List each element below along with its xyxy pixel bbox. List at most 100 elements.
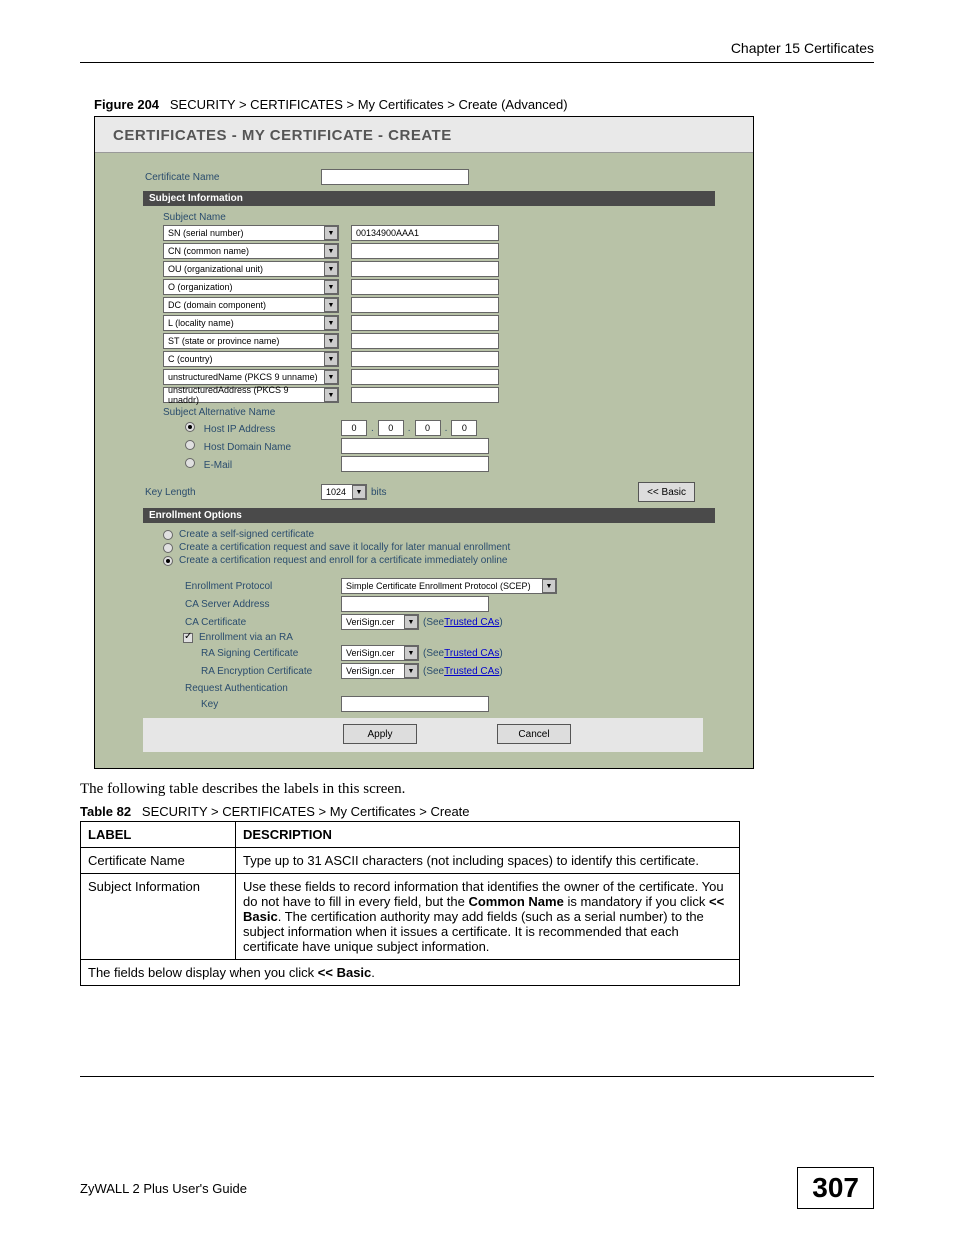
email-input[interactable]: [341, 456, 489, 472]
dd-text: CN (common name): [168, 246, 249, 256]
ra-encrypt-select[interactable]: VeriSign.cer▼: [341, 663, 419, 679]
keylen-label: Key Length: [143, 487, 321, 498]
span-suffix: .: [371, 965, 375, 980]
cell-label: Certificate Name: [81, 848, 236, 874]
subject-dd-dc[interactable]: DC (domain component)▼: [163, 297, 339, 313]
subject-dd-l[interactable]: L (locality name) ▼: [163, 315, 339, 331]
table-row: The fields below display when you click …: [81, 960, 740, 986]
radio-host-ip[interactable]: [185, 422, 195, 432]
ra-encrypt-label: RA Encryption Certificate: [199, 666, 341, 677]
subject-dd-cn[interactable]: CN (common name)▼: [163, 243, 339, 259]
subject-dd-unname[interactable]: unstructuredName (PKCS 9 unname) ▼: [163, 369, 339, 385]
key-label: Key: [199, 699, 341, 710]
dd-text: O (organization): [168, 282, 233, 292]
section-enrollment: Enrollment Options: [143, 508, 715, 523]
cert-name-label: Certificate Name: [143, 172, 321, 183]
subject-val-unname[interactable]: [351, 369, 499, 385]
page-title: CERTIFICATES - MY CERTIFICATE - CREATE: [95, 117, 753, 153]
ca-cert-select[interactable]: VeriSign.cer▼: [341, 614, 419, 630]
host-domain-input[interactable]: [341, 438, 489, 454]
dot: .: [371, 423, 374, 434]
ca-server-input[interactable]: [341, 596, 489, 612]
subject-name-label: Subject Name: [143, 212, 723, 223]
dd-text: unstructuredName (PKCS 9 unname): [168, 372, 318, 382]
page-number: 307: [797, 1167, 874, 1209]
ip-oct-4[interactable]: 0: [451, 420, 477, 436]
ip-oct-2[interactable]: 0: [378, 420, 404, 436]
subject-val-dc[interactable]: [351, 297, 499, 313]
divider: [80, 62, 874, 63]
keylen-select[interactable]: 1024 ▼: [321, 484, 367, 500]
subject-dd-c[interactable]: C (country) ▼: [163, 351, 339, 367]
chevron-down-icon: ▼: [324, 388, 338, 402]
see-text: (See: [423, 666, 444, 677]
subject-val-l[interactable]: [351, 315, 499, 331]
dd-text: unstructuredAddress (PKCS 9 unaddr): [168, 385, 322, 405]
dd-text: L (locality name): [168, 318, 234, 328]
chevron-down-icon: ▼: [324, 316, 338, 330]
subject-val-cn[interactable]: [351, 243, 499, 259]
dd-text: VeriSign.cer: [346, 648, 395, 658]
san-label: Subject Alternative Name: [143, 407, 723, 418]
subject-val-o[interactable]: [351, 279, 499, 295]
subject-dd-ou[interactable]: OU (organizational unit)▼: [163, 261, 339, 277]
table-row: Subject Information Use these fields to …: [81, 874, 740, 960]
ra-signing-label: RA Signing Certificate: [199, 648, 341, 659]
trusted-cas-link[interactable]: Trusted CAs: [444, 648, 499, 659]
subject-val-c[interactable]: [351, 351, 499, 367]
figure-caption-text: SECURITY > CERTIFICATES > My Certificate…: [170, 97, 568, 112]
subject-val-ou[interactable]: [351, 261, 499, 277]
figure-caption: Figure 204 SECURITY > CERTIFICATES > My …: [94, 97, 874, 112]
subject-dd-sn[interactable]: SN (serial number)▼: [163, 225, 339, 241]
description-table: LABEL DESCRIPTION Certificate Name Type …: [80, 821, 740, 986]
table-row: Certificate Name Type up to 31 ASCII cha…: [81, 848, 740, 874]
chevron-down-icon: ▼: [404, 646, 418, 660]
enroll-opt-csr-online: Create a certification request and enrol…: [179, 555, 508, 566]
radio-csr-online[interactable]: [163, 556, 173, 566]
apply-button[interactable]: Apply: [343, 724, 417, 744]
chevron-down-icon: ▼: [352, 485, 366, 499]
radio-csr-local[interactable]: [163, 543, 173, 553]
desc-text: . The certification authority may add fi…: [243, 909, 704, 954]
chevron-down-icon: ▼: [324, 352, 338, 366]
th-label: LABEL: [81, 822, 236, 848]
enroll-proto-select[interactable]: Simple Certificate Enrollment Protocol (…: [341, 578, 557, 594]
subject-dd-unaddr[interactable]: unstructuredAddress (PKCS 9 unaddr)▼: [163, 387, 339, 403]
chevron-down-icon: ▼: [324, 370, 338, 384]
cell-desc: Type up to 31 ASCII characters (not incl…: [236, 848, 740, 874]
post-text: The following table describes the labels…: [80, 781, 874, 798]
ip-oct-1[interactable]: 0: [341, 420, 367, 436]
th-desc: DESCRIPTION: [236, 822, 740, 848]
desc-bold: Common Name: [468, 894, 563, 909]
section-subject-info: Subject Information: [143, 191, 715, 206]
span-prefix: The fields below display when you click: [88, 965, 318, 980]
radio-host-domain[interactable]: [185, 440, 195, 450]
cert-name-input[interactable]: [321, 169, 469, 185]
dd-text: ST (state or province name): [168, 336, 279, 346]
key-input[interactable]: [341, 696, 489, 712]
subject-dd-st[interactable]: ST (state or province name)▼: [163, 333, 339, 349]
trusted-cas-link[interactable]: Trusted CAs: [444, 666, 499, 677]
dd-text: 1024: [326, 487, 346, 497]
san-hostip-label: Host IP Address: [204, 424, 276, 435]
chevron-down-icon: ▼: [404, 615, 418, 629]
radio-email[interactable]: [185, 458, 195, 468]
dot: .: [408, 423, 411, 434]
dd-text: VeriSign.cer: [346, 666, 395, 676]
table-caption-text: SECURITY > CERTIFICATES > My Certificate…: [142, 804, 470, 819]
enroll-proto-label: Enrollment Protocol: [183, 581, 341, 592]
cancel-button[interactable]: Cancel: [497, 724, 571, 744]
chk-enroll-via-ra[interactable]: [183, 633, 193, 643]
radio-selfsigned[interactable]: [163, 530, 173, 540]
subject-val-st[interactable]: [351, 333, 499, 349]
ra-signing-select[interactable]: VeriSign.cer ▼: [341, 645, 419, 661]
basic-button[interactable]: << Basic: [638, 482, 695, 502]
dd-text: C (country): [168, 354, 213, 364]
subject-val-unaddr[interactable]: [351, 387, 499, 403]
subject-val-sn[interactable]: 00134900AAA1: [351, 225, 499, 241]
san-email-label: E-Mail: [204, 460, 232, 471]
subject-dd-o[interactable]: O (organization)▼: [163, 279, 339, 295]
ip-oct-3[interactable]: 0: [415, 420, 441, 436]
dd-text: OU (organizational unit): [168, 264, 263, 274]
trusted-cas-link[interactable]: Trusted CAs: [444, 617, 499, 628]
